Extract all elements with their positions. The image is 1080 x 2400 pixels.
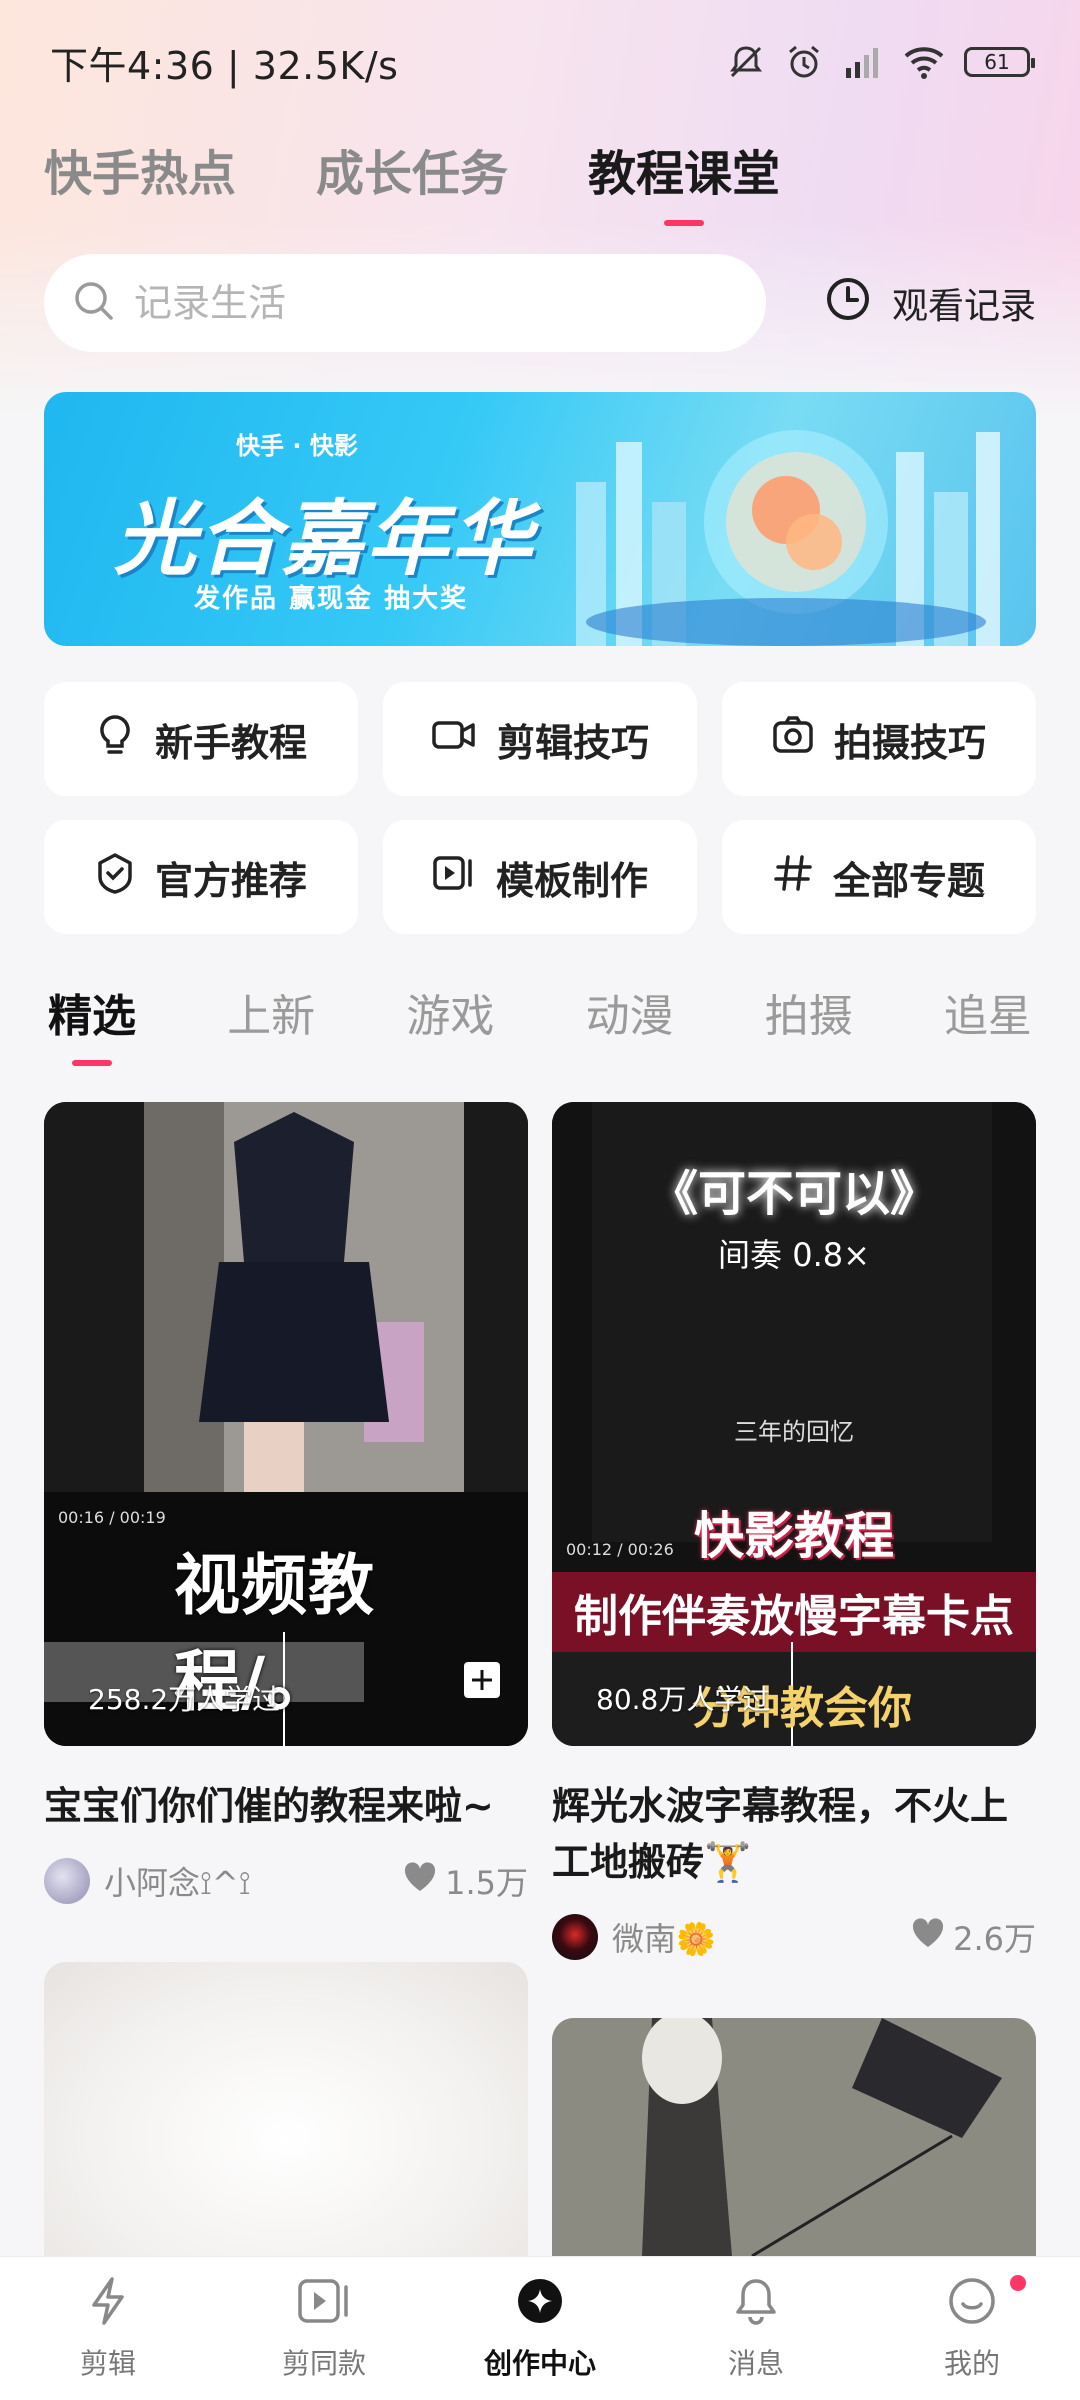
like-count[interactable]: 1.5万 — [403, 1858, 528, 1904]
nav-label: 创作中心 — [483, 2347, 596, 2380]
top-tabs: 快手热点 成长任务 教程课堂 — [44, 124, 780, 234]
nav-messages[interactable]: 消息 — [676, 2275, 836, 2382]
status-bar: 下午4:36 | 32.5K/s 61 — [0, 0, 1080, 124]
bell-icon — [730, 2275, 782, 2334]
shortcut-beginner-tutorial[interactable]: 新手教程 — [44, 682, 358, 796]
learner-count: 80.8万人学过 — [596, 1683, 771, 1716]
feed-card-next[interactable] — [44, 1962, 528, 2256]
author-name: 微南🌼 — [612, 1920, 716, 1958]
nav-template[interactable]: 剪同款 — [244, 2275, 404, 2382]
category-tab-featured[interactable]: 精选 — [48, 980, 136, 1070]
status-time-speed: 下午4:36 | 32.5K/s — [50, 43, 399, 88]
video-thumbnail[interactable]: 00:16 / 00:19 视频教程/。 258.2万人学过 — [44, 1102, 528, 1746]
category-tab-games[interactable]: 游戏 — [406, 980, 494, 1070]
wifi-icon — [902, 42, 946, 82]
city-skyline-illustration — [576, 430, 1000, 646]
overlay-description: 制作伴奏放慢字幕卡点 — [574, 1591, 1014, 1642]
card-title[interactable]: 辉光水波字幕教程，不火上工地搬砖🏋 — [552, 1778, 1036, 1890]
shield-check-icon — [95, 851, 135, 904]
learner-count: 258.2万人学过 — [88, 1683, 281, 1716]
heart-icon — [911, 1918, 945, 1956]
category-tab-new[interactable]: 上新 — [227, 980, 315, 1070]
mute-bell-icon — [726, 42, 766, 82]
search-icon — [72, 279, 116, 327]
nav-label: 剪辑 — [79, 2347, 136, 2380]
promo-banner[interactable]: 快手 · 快影 光合嘉年华 发作品 赢现金 抽大奖 — [44, 392, 1036, 646]
avatar[interactable] — [44, 1858, 90, 1904]
notification-dot — [1010, 2275, 1026, 2291]
shortcut-grid: 新手教程 剪辑技巧 拍摄技巧 官方推荐 模板制作 全部专题 — [44, 682, 1036, 934]
feed-card[interactable]: 00:16 / 00:19 视频教程/。 258.2万人学过 宝宝们你们催的教程… — [44, 1102, 528, 1904]
tab-hot[interactable]: 快手热点 — [44, 124, 236, 204]
feed-card[interactable]: 《可不可以》 间奏 0.8× 三年的回忆 00:12 / 00:26 快影教程 … — [552, 1102, 1036, 1960]
lightbulb-icon — [95, 713, 135, 766]
overlay-speed: 间奏 0.8× — [718, 1236, 870, 1274]
shortcut-template-making[interactable]: 模板制作 — [383, 820, 697, 934]
author[interactable]: 小阿念⟟^⟟ — [44, 1858, 251, 1904]
tab-growth-tasks[interactable]: 成长任务 — [316, 124, 508, 204]
smile-icon — [946, 2275, 998, 2334]
author[interactable]: 微南🌼 — [552, 1914, 716, 1960]
banner-logo: 快手 · 快影 — [236, 432, 358, 460]
heart-icon — [403, 1862, 437, 1900]
search-box[interactable] — [44, 254, 766, 352]
category-tab-shooting[interactable]: 拍摄 — [765, 980, 853, 1070]
camera-icon — [772, 715, 814, 764]
shortcut-official-picks[interactable]: 官方推荐 — [44, 820, 358, 934]
alarm-icon — [784, 42, 824, 82]
shortcut-editing-tips[interactable]: 剪辑技巧 — [383, 682, 697, 796]
like-count[interactable]: 2.6万 — [911, 1914, 1036, 1960]
overlay-brand: 快影教程 — [694, 1507, 894, 1565]
feed-card-next[interactable] — [552, 2018, 1036, 2256]
shortcut-all-topics[interactable]: 全部专题 — [722, 820, 1036, 934]
status-icons: 61 — [726, 42, 1035, 82]
nav-label: 剪同款 — [281, 2347, 366, 2380]
video-thumbnail[interactable]: 《可不可以》 间奏 0.8× 三年的回忆 00:12 / 00:26 快影教程 … — [552, 1102, 1036, 1746]
shortcut-label: 模板制作 — [495, 858, 648, 903]
battery-icon: 61 — [964, 47, 1035, 77]
video-camera-icon — [431, 715, 477, 764]
lightning-icon — [82, 2275, 134, 2334]
search-input[interactable] — [134, 281, 694, 325]
author-name: 小阿念⟟^⟟ — [104, 1864, 251, 1902]
category-tab-idols[interactable]: 追星 — [944, 980, 1032, 1070]
overlay-memory: 三年的回忆 — [734, 1418, 854, 1446]
play-template-icon — [296, 2275, 352, 2334]
avatar[interactable] — [552, 1914, 598, 1960]
shortcut-label: 剪辑技巧 — [496, 720, 649, 765]
create-center-icon — [514, 2275, 566, 2334]
category-tabs: 精选 上新 游戏 动漫 拍摄 追星 — [48, 980, 1080, 1070]
nav-create-center[interactable]: 创作中心 — [460, 2275, 620, 2382]
shortcut-label: 拍摄技巧 — [833, 720, 986, 765]
watch-history-label: 观看记录 — [891, 286, 1036, 327]
signal-icon — [842, 42, 884, 82]
hashtag-icon — [773, 853, 813, 902]
search-row: 观看记录 — [44, 254, 1036, 352]
card-meta: 微南🌼 2.6万 — [552, 1914, 1036, 1960]
clock-icon — [824, 275, 872, 332]
card-meta: 小阿念⟟^⟟ 1.5万 — [44, 1858, 528, 1904]
category-tab-anime[interactable]: 动漫 — [586, 980, 674, 1070]
nav-label: 我的 — [943, 2347, 1000, 2380]
video-template-icon — [432, 853, 476, 902]
shortcut-label: 全部专题 — [832, 858, 985, 903]
player-time: 00:16 / 00:19 — [58, 1508, 166, 1527]
likes-value: 2.6万 — [953, 1920, 1036, 1958]
shortcut-label: 新手教程 — [154, 720, 307, 765]
shortcut-shooting-tips[interactable]: 拍摄技巧 — [722, 682, 1036, 796]
nav-label: 消息 — [727, 2347, 784, 2380]
banner-title: 光合嘉年华 — [114, 492, 534, 587]
nav-profile[interactable]: 我的 — [892, 2275, 1052, 2382]
tab-tutorial-class[interactable]: 教程课堂 — [588, 124, 780, 226]
overlay-song-title: 《可不可以》 — [649, 1166, 938, 1222]
nav-edit[interactable]: 剪辑 — [28, 2275, 188, 2382]
likes-value: 1.5万 — [445, 1864, 528, 1902]
shortcut-label: 官方推荐 — [154, 858, 307, 903]
banner-subtitle: 发作品 赢现金 抽大奖 — [194, 584, 469, 614]
card-title[interactable]: 宝宝们你们催的教程来啦~ — [44, 1778, 528, 1834]
thumbnail-image — [552, 2018, 1036, 2256]
bottom-navigation: 剪辑 剪同款 创作中心 消息 我的 — [0, 2256, 1080, 2400]
watch-history-button[interactable]: 观看记录 — [824, 275, 1036, 332]
